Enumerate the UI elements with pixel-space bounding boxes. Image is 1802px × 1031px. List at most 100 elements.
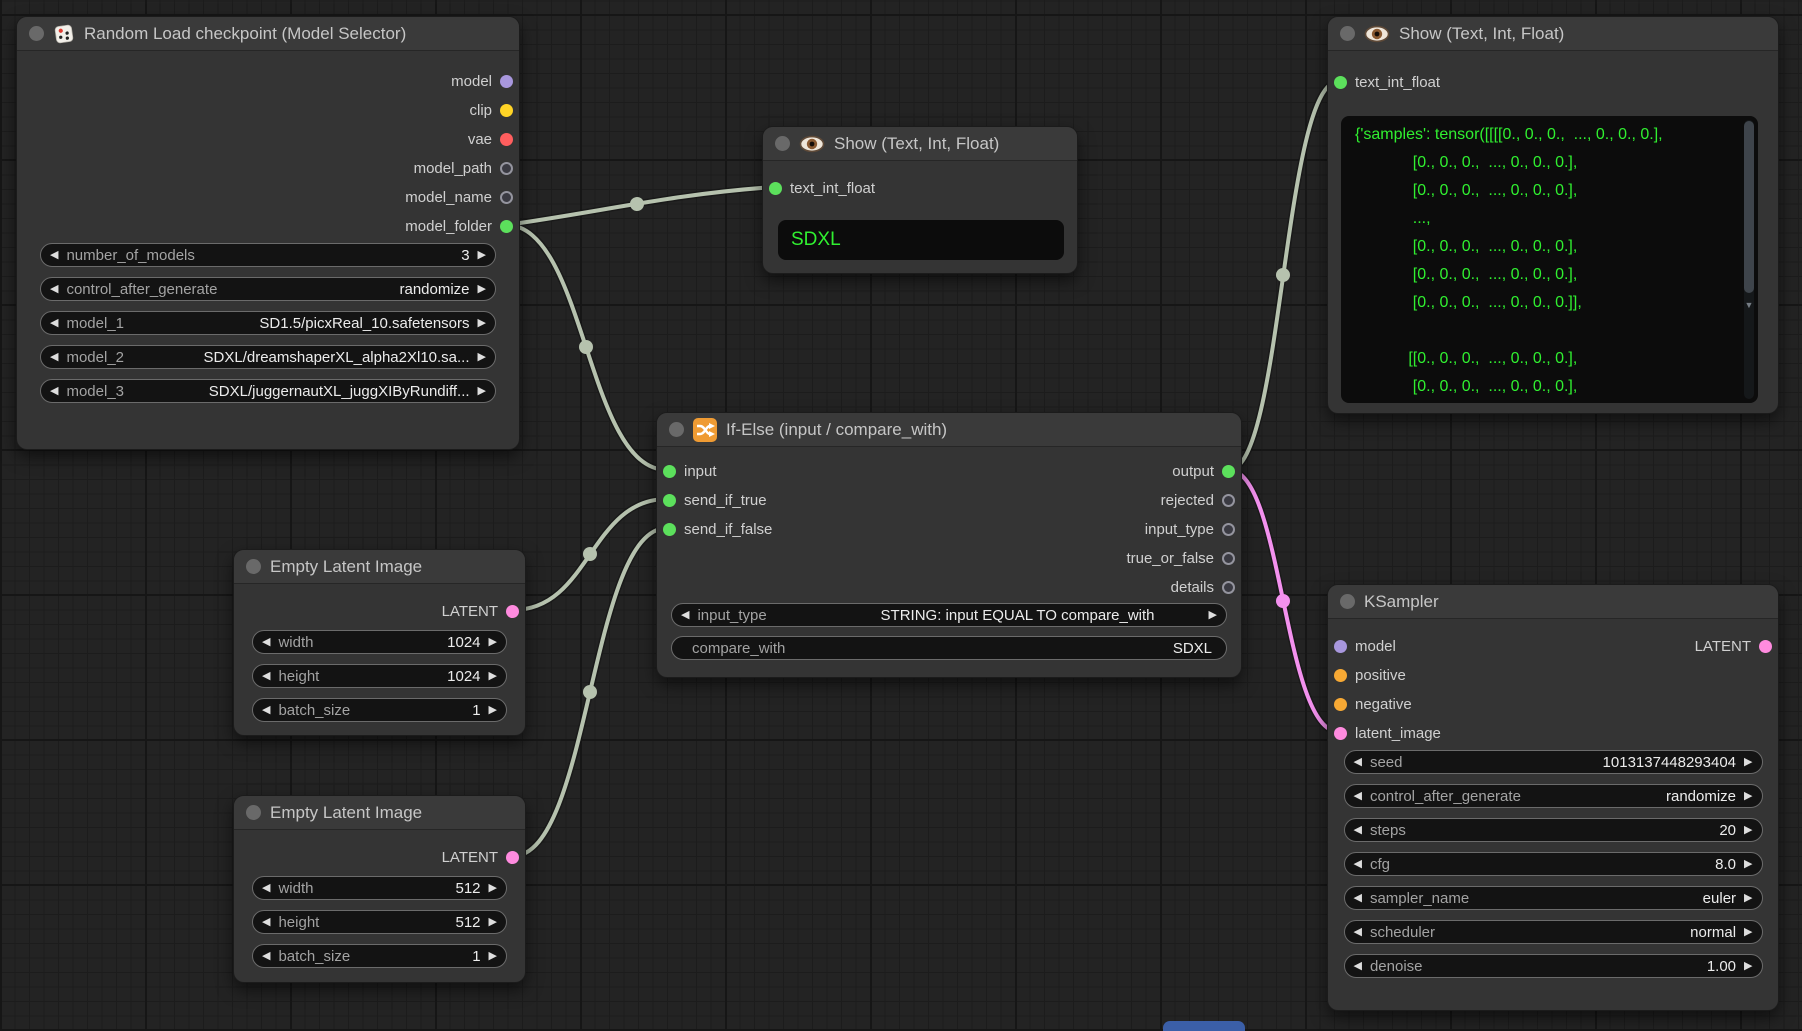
link-midpoint-dot[interactable]: [583, 685, 597, 699]
decrement-arrow-icon[interactable]: ◀: [50, 284, 58, 295]
scrollbar-thumb[interactable]: [1744, 121, 1754, 293]
partial-node-offscreen[interactable]: [1163, 1021, 1245, 1031]
node-ksampler[interactable]: KSampler LATENT model positive negative …: [1327, 584, 1779, 1011]
output-slot-model-path[interactable]: [500, 162, 513, 175]
collapse-dot[interactable]: [775, 136, 790, 151]
increment-arrow-icon[interactable]: ▶: [1744, 757, 1752, 768]
output-slot-latent[interactable]: [506, 605, 519, 618]
widget-number-of-models[interactable]: ◀number_of_models3▶: [40, 243, 496, 267]
input-slot-text-int-float[interactable]: [1334, 76, 1347, 89]
node-header[interactable]: Empty Latent Image: [234, 550, 525, 584]
increment-arrow-icon[interactable]: ▶: [489, 637, 497, 648]
output-slot-model-folder[interactable]: [500, 220, 513, 233]
link-midpoint-dot[interactable]: [1276, 268, 1290, 282]
decrement-arrow-icon[interactable]: ◀: [1354, 961, 1362, 972]
widget-model-1[interactable]: ◀model_1SD1.5/picxReal_10.safetensors▶: [40, 311, 496, 335]
decrement-arrow-icon[interactable]: ◀: [50, 386, 58, 397]
widget-width[interactable]: ◀width1024▶: [252, 630, 507, 654]
decrement-arrow-icon[interactable]: ◀: [262, 705, 270, 716]
increment-arrow-icon[interactable]: ▶: [478, 352, 486, 363]
widget-scheduler[interactable]: ◀schedulernormal▶: [1344, 920, 1763, 944]
collapse-dot[interactable]: [246, 559, 261, 574]
node-header[interactable]: Show (Text, Int, Float): [1328, 17, 1778, 51]
widget-batch-size[interactable]: ◀batch_size1▶: [252, 944, 507, 968]
decrement-arrow-icon[interactable]: ◀: [50, 250, 58, 261]
node-show-small[interactable]: Show (Text, Int, Float) text_int_float S…: [762, 126, 1078, 274]
decrement-arrow-icon[interactable]: ◀: [1354, 927, 1362, 938]
link-midpoint-dot[interactable]: [579, 340, 593, 354]
widget-batch-size[interactable]: ◀batch_size1▶: [252, 698, 507, 722]
link-midpoint-dot[interactable]: [630, 197, 644, 211]
node-header[interactable]: Random Load checkpoint (Model Selector): [17, 17, 519, 51]
widget-control-after-generate[interactable]: ◀control_after_generaterandomize▶: [1344, 784, 1763, 808]
decrement-arrow-icon[interactable]: ◀: [1354, 893, 1362, 904]
node-header[interactable]: Show (Text, Int, Float): [763, 127, 1077, 161]
collapse-dot[interactable]: [246, 805, 261, 820]
node-random-load-checkpoint[interactable]: Random Load checkpoint (Model Selector) …: [16, 16, 520, 450]
link-midpoint-dot[interactable]: [583, 547, 597, 561]
increment-arrow-icon[interactable]: ▶: [1744, 859, 1752, 870]
output-slot-rejected[interactable]: [1222, 494, 1235, 507]
decrement-arrow-icon[interactable]: ◀: [1354, 757, 1362, 768]
widget-width[interactable]: ◀width512▶: [252, 876, 507, 900]
widget-height[interactable]: ◀height1024▶: [252, 664, 507, 688]
decrement-arrow-icon[interactable]: ◀: [262, 637, 270, 648]
output-slot-details[interactable]: [1222, 581, 1235, 594]
widget-seed[interactable]: ◀seed1013137448293404▶: [1344, 750, 1763, 774]
node-graph-canvas[interactable]: Random Load checkpoint (Model Selector) …: [0, 0, 1802, 1031]
widget-steps[interactable]: ◀steps20▶: [1344, 818, 1763, 842]
input-slot-text-int-float[interactable]: [769, 182, 782, 195]
collapse-dot[interactable]: [1340, 594, 1355, 609]
decrement-arrow-icon[interactable]: ◀: [262, 917, 270, 928]
decrement-arrow-icon[interactable]: ◀: [1354, 859, 1362, 870]
widget-control-after-generate[interactable]: ◀control_after_generaterandomize▶: [40, 277, 496, 301]
node-header[interactable]: Empty Latent Image: [234, 796, 525, 830]
decrement-arrow-icon[interactable]: ◀: [262, 883, 270, 894]
increment-arrow-icon[interactable]: ▶: [478, 318, 486, 329]
decrement-arrow-icon[interactable]: ◀: [262, 671, 270, 682]
link-midpoint-dot[interactable]: [1276, 594, 1290, 608]
output-slot-clip[interactable]: [500, 104, 513, 117]
collapse-dot[interactable]: [1340, 26, 1355, 41]
output-slot-model-name[interactable]: [500, 191, 513, 204]
decrement-arrow-icon[interactable]: ◀: [681, 610, 689, 621]
increment-arrow-icon[interactable]: ▶: [1744, 961, 1752, 972]
input-slot-positive[interactable]: [1334, 669, 1347, 682]
input-slot-latent-image[interactable]: [1334, 727, 1347, 740]
decrement-arrow-icon[interactable]: ◀: [50, 352, 58, 363]
node-if-else[interactable]: If-Else (input / compare_with) output re…: [656, 412, 1242, 678]
output-slot-latent[interactable]: [506, 851, 519, 864]
widget-model-2[interactable]: ◀model_2SDXL/dreamshaperXL_alpha2Xl10.sa…: [40, 345, 496, 369]
increment-arrow-icon[interactable]: ▶: [1744, 791, 1752, 802]
output-slot-input-type[interactable]: [1222, 523, 1235, 536]
collapse-dot[interactable]: [669, 422, 684, 437]
increment-arrow-icon[interactable]: ▶: [1744, 893, 1752, 904]
output-slot-vae[interactable]: [500, 133, 513, 146]
widget-input-type[interactable]: ◀input_typeSTRING: input EQUAL TO compar…: [671, 603, 1227, 627]
widget-model-3[interactable]: ◀model_3SDXL/juggernautXL_juggXIByRundif…: [40, 379, 496, 403]
widget-sampler-name[interactable]: ◀sampler_nameeuler▶: [1344, 886, 1763, 910]
increment-arrow-icon[interactable]: ▶: [489, 705, 497, 716]
node-show-large[interactable]: Show (Text, Int, Float) text_int_float {…: [1327, 16, 1779, 414]
decrement-arrow-icon[interactable]: ◀: [262, 951, 270, 962]
widget-height[interactable]: ◀height512▶: [252, 910, 507, 934]
increment-arrow-icon[interactable]: ▶: [489, 917, 497, 928]
increment-arrow-icon[interactable]: ▶: [478, 284, 486, 295]
increment-arrow-icon[interactable]: ▶: [1744, 927, 1752, 938]
increment-arrow-icon[interactable]: ▶: [489, 883, 497, 894]
increment-arrow-icon[interactable]: ▶: [1209, 610, 1217, 621]
increment-arrow-icon[interactable]: ▶: [1744, 825, 1752, 836]
increment-arrow-icon[interactable]: ▶: [478, 386, 486, 397]
output-slot-latent[interactable]: [1759, 640, 1772, 653]
decrement-arrow-icon[interactable]: ◀: [1354, 791, 1362, 802]
scrollbar-down-icon[interactable]: ▼: [1744, 300, 1754, 310]
output-slot-true-or-false[interactable]: [1222, 552, 1235, 565]
increment-arrow-icon[interactable]: ▶: [478, 250, 486, 261]
node-empty-latent-2[interactable]: Empty Latent Image LATENT ◀width512▶ ◀he…: [233, 795, 526, 983]
increment-arrow-icon[interactable]: ▶: [489, 671, 497, 682]
node-empty-latent-1[interactable]: Empty Latent Image LATENT ◀width1024▶ ◀h…: [233, 549, 526, 736]
node-header[interactable]: If-Else (input / compare_with): [657, 413, 1241, 447]
increment-arrow-icon[interactable]: ▶: [489, 951, 497, 962]
output-slot-model[interactable]: [500, 75, 513, 88]
widget-denoise[interactable]: ◀denoise1.00▶: [1344, 954, 1763, 978]
